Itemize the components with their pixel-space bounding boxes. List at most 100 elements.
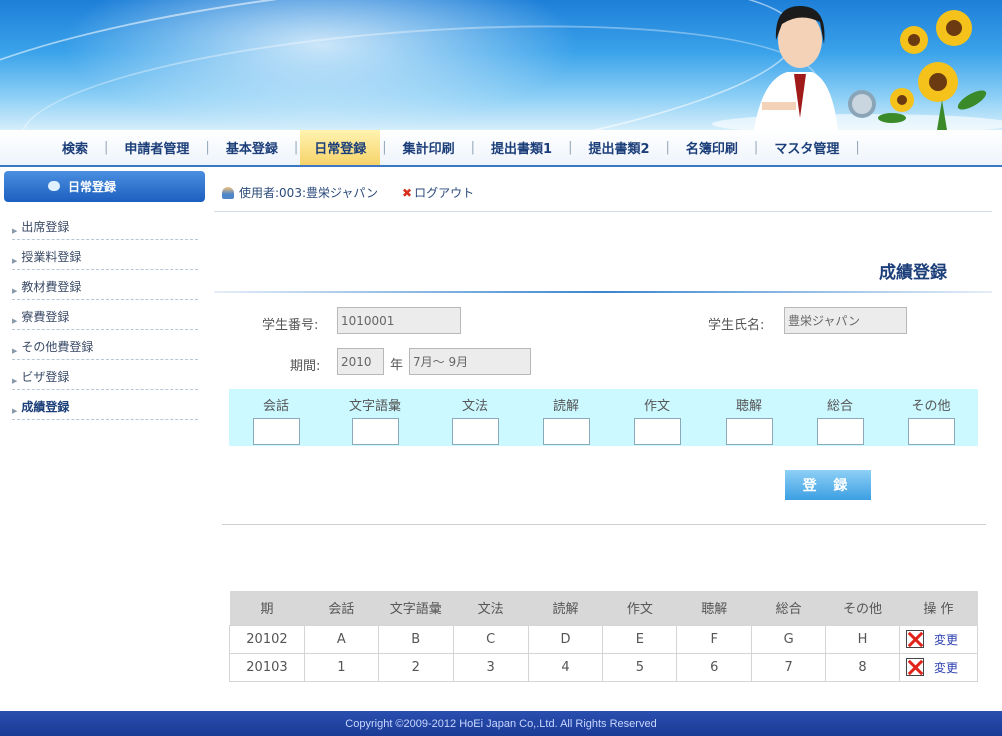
sidebar-item-dorm-fee[interactable]: ▶ 寮費登録 <box>12 300 198 330</box>
grade-input-listening[interactable] <box>725 418 773 445</box>
table-cell: 7 <box>751 652 827 682</box>
grade-label: 聴解 <box>735 399 762 414</box>
table-cell: H <box>825 624 900 654</box>
table-cell: 4 <box>527 652 604 682</box>
sidebar-header: 日常登録 <box>4 171 205 202</box>
grade-column-overall: 総合 <box>805 389 875 445</box>
year-field[interactable]: 2010 <box>337 348 384 375</box>
grade-label: 会話 <box>262 399 289 414</box>
arrow-right-icon: ▶ <box>12 317 18 325</box>
table-cell: C <box>452 624 529 654</box>
nav-separator: | <box>855 140 860 155</box>
logout-link[interactable]: ログアウト <box>414 184 474 201</box>
grade-label: 作文 <box>643 399 670 414</box>
edit-link[interactable]: 変更 <box>934 661 958 675</box>
sidebar-header-title: 日常登録 <box>68 180 117 194</box>
column-header: 作文 <box>602 591 677 625</box>
arrow-right-icon: ▶ <box>12 347 18 355</box>
table-cell: G <box>751 624 827 654</box>
sidebar-item-grades[interactable]: ▶ 成績登録 <box>12 390 198 420</box>
chat-bubble-icon <box>48 181 60 191</box>
actions-cell: 変更 <box>898 624 979 654</box>
grade-label: 文字語彙 <box>348 399 401 414</box>
sidebar-item-tuition[interactable]: ▶ 授業料登録 <box>12 240 198 270</box>
sidebar-menu: ▶ 出席登録 ▶ 授業料登録 ▶ 教材費登録 ▶ 寮費登録 ▶ その他費登録 ▶ ビザ登録 … <box>12 210 198 420</box>
student-name-field[interactable]: 豊栄ジャパン <box>784 307 907 334</box>
register-button[interactable]: 登 録 <box>785 470 871 500</box>
student-number-label: 学生番号: <box>262 318 319 333</box>
column-header: 文法 <box>453 591 529 625</box>
main-nav: 検索 | 申請者管理 | 基本登録 | 日常登録 | 集計印刷 | 提出書類1 … <box>0 130 1002 167</box>
grade-column-vocabulary: 文字語彙 <box>335 389 415 445</box>
actions-cell: 変更 <box>898 652 979 682</box>
grade-entry-band: 会話 文字語彙 文法 読解 作文 聴解 総合 その他 <box>229 389 978 446</box>
divider <box>222 524 986 525</box>
sidebar-item-materials-fee[interactable]: ▶ 教材費登録 <box>12 270 198 300</box>
nav-item-basic-registration[interactable]: 基本登録 <box>212 130 292 165</box>
table-cell: D <box>527 624 604 654</box>
nav-item-roster-print[interactable]: 名簿印刷 <box>672 130 752 165</box>
grade-label: 文法 <box>461 399 488 414</box>
nav-item-summary-print[interactable]: 集計印刷 <box>389 130 469 165</box>
nav-separator: | <box>382 140 387 155</box>
grade-column-other: その他 <box>896 389 966 445</box>
grade-label: 総合 <box>826 399 853 414</box>
grade-input-other[interactable] <box>907 418 955 445</box>
user-bar: 使用者:003:豊栄ジャパン ✖ ログアウト <box>222 184 474 201</box>
nav-separator: | <box>205 140 210 155</box>
table-cell: 2 <box>377 652 454 682</box>
table-header-row: 期 会話 文字語彙 文法 読解 作文 聴解 総合 その他 操 作 <box>229 591 978 625</box>
term-field[interactable]: 7月～ 9月 <box>409 348 531 375</box>
delete-icon[interactable] <box>905 630 924 648</box>
nav-separator: | <box>104 140 109 155</box>
grade-input-overall[interactable] <box>816 418 864 445</box>
table-cell: 3 <box>452 652 529 682</box>
student-number-field[interactable]: 1010001 <box>337 307 461 334</box>
table-cell: E <box>602 624 678 654</box>
table-cell: 6 <box>676 652 753 682</box>
arrow-right-icon: ▶ <box>12 377 18 385</box>
arrow-right-icon: ▶ <box>12 407 18 415</box>
column-header: 期 <box>229 591 305 625</box>
nav-separator: | <box>753 140 759 155</box>
grade-input-grammar[interactable] <box>451 418 499 445</box>
grade-input-composition[interactable] <box>633 418 681 445</box>
column-header: 総合 <box>751 591 826 625</box>
grade-input-conversation[interactable] <box>252 418 300 445</box>
user-icon <box>222 186 234 199</box>
grade-column-conversation: 会話 <box>241 389 311 445</box>
period-label: 期間: <box>290 359 321 374</box>
grades-table: 期 会話 文字語彙 文法 読解 作文 聴解 総合 その他 操 作 20102 A… <box>229 591 979 682</box>
table-row: 20102 A B C D E F G H 変更 <box>229 624 979 654</box>
table-cell: 5 <box>602 652 678 682</box>
footer: Copyright ©2009-2012 HoEi Japan Co,.Ltd.… <box>0 711 1002 736</box>
nav-item-documents-1[interactable]: 提出書類1 <box>477 130 566 165</box>
table-cell: 20103 <box>229 652 305 682</box>
nav-item-master-management[interactable]: マスタ管理 <box>760 130 853 165</box>
arrow-right-icon: ▶ <box>12 287 18 295</box>
grade-label: 読解 <box>552 399 579 414</box>
divider <box>214 211 992 212</box>
column-header: その他 <box>825 591 900 625</box>
sidebar-item-other-fees[interactable]: ▶ その他費登録 <box>12 330 198 360</box>
banner-illustration <box>712 6 1002 130</box>
delete-icon[interactable] <box>905 658 924 676</box>
sidebar-item-attendance[interactable]: ▶ 出席登録 <box>12 210 198 240</box>
nav-separator: | <box>470 140 476 155</box>
copyright-text: Copyright ©2009-2012 HoEi Japan Co,.Ltd.… <box>345 717 657 730</box>
nav-item-search[interactable]: 検索 <box>48 130 102 165</box>
edit-link[interactable]: 変更 <box>934 633 958 647</box>
grade-input-reading[interactable] <box>542 418 590 445</box>
grade-input-vocabulary[interactable] <box>351 418 399 445</box>
table-cell: A <box>303 624 379 654</box>
grade-column-composition: 作文 <box>622 389 692 445</box>
nav-item-documents-2[interactable]: 提出書類2 <box>574 130 663 165</box>
year-unit-label: 年 <box>390 358 404 373</box>
sidebar-item-visa[interactable]: ▶ ビザ登録 <box>12 360 198 390</box>
nav-item-applicant-management[interactable]: 申請者管理 <box>110 130 203 165</box>
grade-column-listening: 聴解 <box>714 389 784 445</box>
table-cell: B <box>377 624 454 654</box>
nav-item-daily-registration[interactable]: 日常登録 <box>300 130 381 165</box>
table-cell: F <box>676 624 753 654</box>
column-header: 読解 <box>528 591 603 625</box>
